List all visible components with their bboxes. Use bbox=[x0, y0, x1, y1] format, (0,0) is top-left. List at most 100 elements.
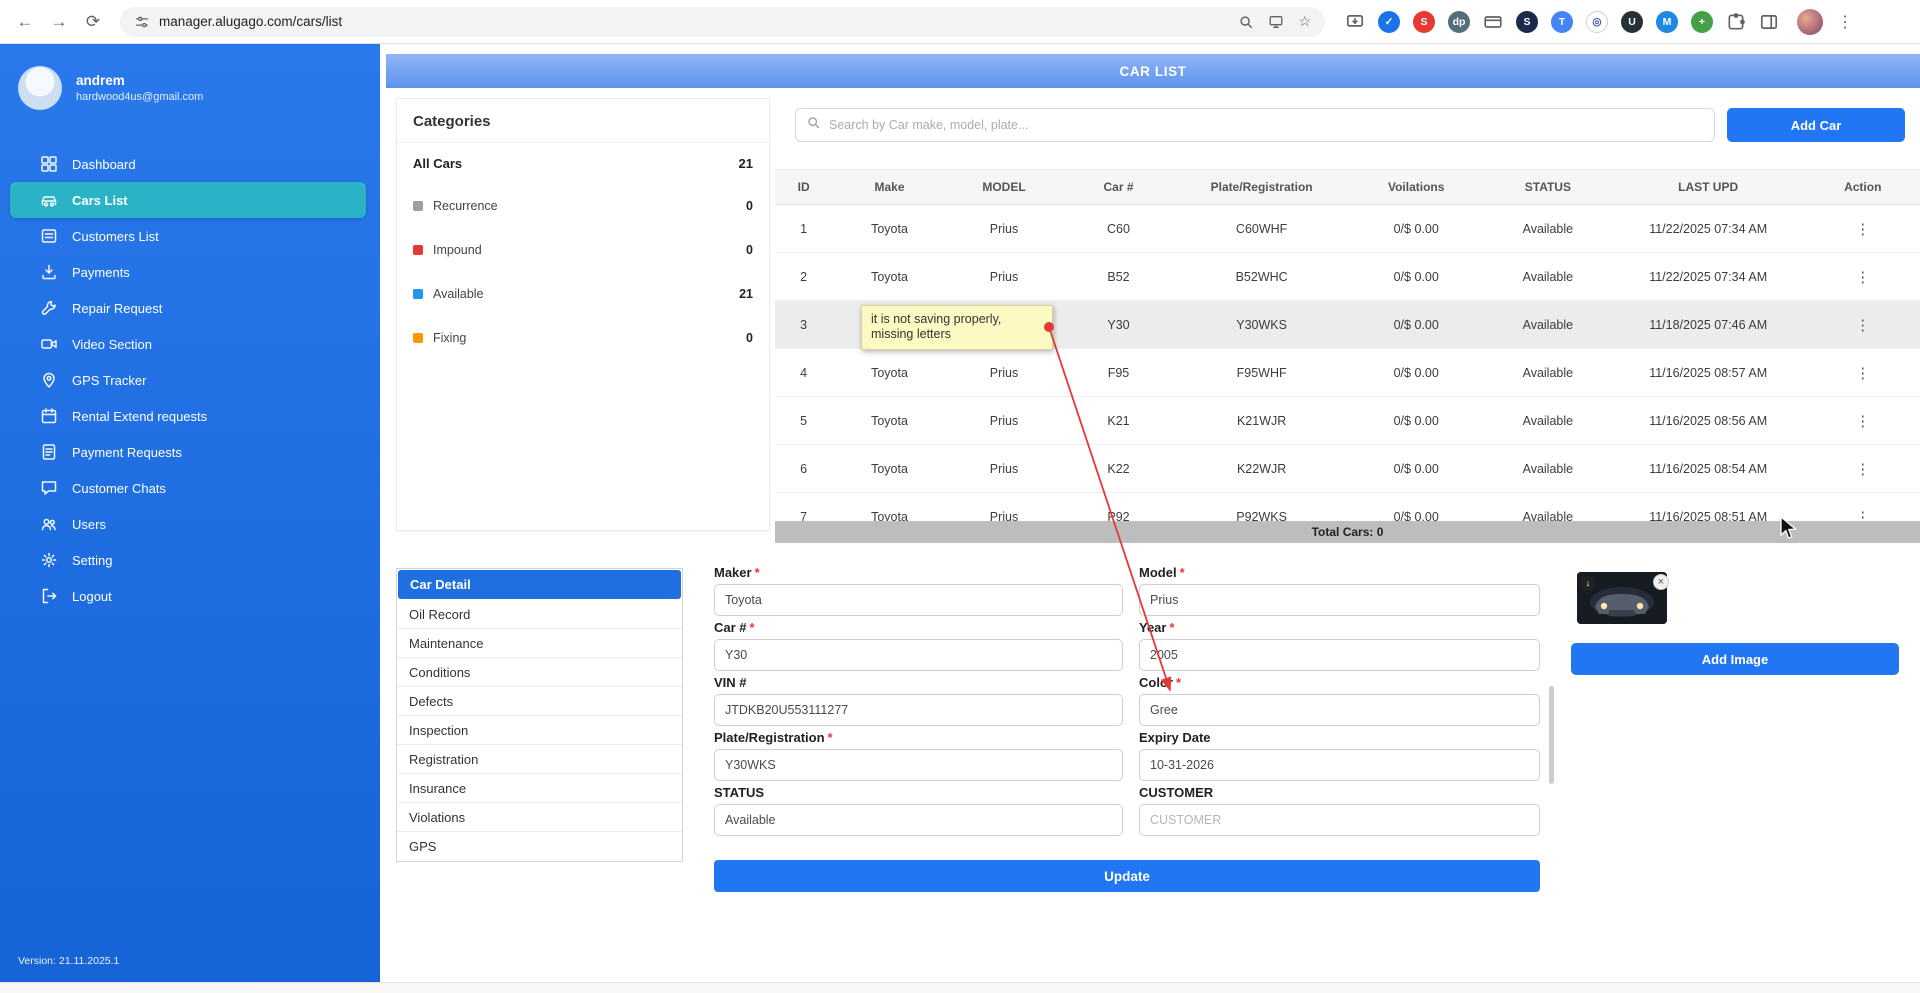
table-row[interactable]: 2ToyotaPriusB52B52WHC0/$ 0.00Available11… bbox=[775, 253, 1920, 301]
sidebar-item-gps-tracker[interactable]: GPS Tracker bbox=[10, 362, 366, 398]
plate-input[interactable] bbox=[714, 749, 1123, 781]
car-detail-form: Maker* Model* Car #* Year* VIN # Color* bbox=[714, 565, 1540, 892]
browser-profile-avatar[interactable] bbox=[1797, 9, 1823, 35]
tab-gps[interactable]: GPS bbox=[397, 832, 682, 861]
table-cell-action: ⋮ bbox=[1805, 445, 1920, 493]
row-actions-icon[interactable]: ⋮ bbox=[1847, 505, 1878, 522]
category-color-swatch bbox=[413, 245, 423, 255]
back-icon[interactable]: ← bbox=[10, 7, 40, 37]
version-label: Version: 21.11.2025.1 bbox=[18, 955, 119, 967]
category-item-available[interactable]: Available21 bbox=[397, 272, 769, 316]
table-row[interactable]: 1ToyotaPriusC60C60WHF0/$ 0.00Available11… bbox=[775, 205, 1920, 253]
expiry-input[interactable] bbox=[1139, 749, 1540, 781]
row-actions-icon[interactable]: ⋮ bbox=[1847, 361, 1878, 386]
tab-violations[interactable]: Violations bbox=[397, 803, 682, 832]
row-actions-icon[interactable]: ⋮ bbox=[1847, 409, 1878, 434]
year-input[interactable] bbox=[1139, 639, 1540, 671]
zoom-icon[interactable] bbox=[1238, 14, 1254, 30]
tab-insurance[interactable]: Insurance bbox=[397, 774, 682, 803]
car-number-input[interactable] bbox=[714, 639, 1123, 671]
form-scrollbar[interactable] bbox=[1549, 686, 1554, 784]
table-cell-action: ⋮ bbox=[1805, 493, 1920, 522]
table-row[interactable]: 5ToyotaPriusK21K21WJR0/$ 0.00Available11… bbox=[775, 397, 1920, 445]
ext-plus-icon[interactable]: + bbox=[1691, 11, 1713, 33]
table-row[interactable]: 4ToyotaPriusF95F95WHF0/$ 0.00Available11… bbox=[775, 349, 1920, 397]
sidebar-item-payments[interactable]: Payments bbox=[10, 254, 366, 290]
category-all-cars[interactable]: All Cars 21 bbox=[397, 142, 769, 184]
category-count: 0 bbox=[746, 199, 753, 213]
table-cell: Available bbox=[1485, 397, 1611, 445]
row-actions-icon[interactable]: ⋮ bbox=[1847, 457, 1878, 482]
tab-registration[interactable]: Registration bbox=[397, 745, 682, 774]
customer-input[interactable] bbox=[1139, 804, 1540, 836]
sidebar-item-users[interactable]: Users bbox=[10, 506, 366, 542]
table-cell: 0/$ 0.00 bbox=[1348, 253, 1485, 301]
table-cell: 0/$ 0.00 bbox=[1348, 397, 1485, 445]
sidebar-item-customer-chats[interactable]: Customer Chats bbox=[10, 470, 366, 506]
maker-input[interactable] bbox=[714, 584, 1123, 616]
sidebar-item-customers-list[interactable]: Customers List bbox=[10, 218, 366, 254]
table-row[interactable]: 6ToyotaPriusK22K22WJR0/$ 0.00Available11… bbox=[775, 445, 1920, 493]
shield-check-icon[interactable]: ✓ bbox=[1378, 11, 1400, 33]
capture-icon[interactable] bbox=[1345, 12, 1365, 32]
site-info-icon[interactable] bbox=[134, 14, 150, 30]
tab-maintenance[interactable]: Maintenance bbox=[397, 629, 682, 658]
ext-target-icon[interactable]: ◎ bbox=[1586, 11, 1608, 33]
ext-s-red-icon[interactable]: S bbox=[1413, 11, 1435, 33]
column-header-last-upd: LAST UPD bbox=[1611, 170, 1806, 205]
search-input[interactable] bbox=[829, 118, 1704, 132]
side-panel-icon[interactable] bbox=[1759, 12, 1779, 32]
image-remove-icon[interactable]: × bbox=[1653, 574, 1669, 590]
sidebar-item-logout[interactable]: Logout bbox=[10, 578, 366, 614]
search-box[interactable] bbox=[795, 108, 1715, 142]
add-car-button[interactable]: Add Car bbox=[1727, 108, 1905, 142]
image-download-icon[interactable]: ↓ bbox=[1581, 576, 1595, 590]
sidebar-item-cars-list[interactable]: Cars List bbox=[10, 182, 366, 218]
ext-u-icon[interactable]: U bbox=[1621, 11, 1643, 33]
browser-menu-icon[interactable]: ⋮ bbox=[1831, 12, 1859, 32]
tab-oil-record[interactable]: Oil Record bbox=[397, 600, 682, 629]
row-actions-icon[interactable]: ⋮ bbox=[1847, 265, 1878, 290]
install-icon[interactable] bbox=[1268, 14, 1284, 30]
ext-m-icon[interactable]: M bbox=[1656, 11, 1678, 33]
sidebar-item-dashboard[interactable]: Dashboard bbox=[10, 146, 366, 182]
address-bar[interactable]: manager.alugago.com/cars/list ☆ bbox=[120, 7, 1325, 37]
horizontal-scrollbar[interactable] bbox=[0, 982, 1920, 993]
tab-defects[interactable]: Defects bbox=[397, 687, 682, 716]
row-actions-icon[interactable]: ⋮ bbox=[1847, 217, 1878, 242]
ext-s-navy-icon[interactable]: S bbox=[1516, 11, 1538, 33]
ext-translate-icon[interactable]: T bbox=[1551, 11, 1573, 33]
tab-inspection[interactable]: Inspection bbox=[397, 716, 682, 745]
tab-conditions[interactable]: Conditions bbox=[397, 658, 682, 687]
forward-icon[interactable]: → bbox=[44, 7, 74, 37]
ext-dp-icon[interactable]: dp bbox=[1448, 11, 1470, 33]
column-header-make: Make bbox=[832, 170, 947, 205]
reload-icon[interactable]: ⟳ bbox=[78, 7, 108, 37]
category-item-recurrence[interactable]: Recurrence 0 bbox=[397, 184, 769, 228]
ext-card-icon[interactable] bbox=[1483, 12, 1503, 32]
category-item-fixing[interactable]: Fixing0 bbox=[397, 316, 769, 360]
column-header-model: MODEL bbox=[947, 170, 1062, 205]
vin-input[interactable] bbox=[714, 694, 1123, 726]
sidebar-item-rental-extend-requests[interactable]: Rental Extend requests bbox=[10, 398, 366, 434]
puzzle-icon[interactable] bbox=[1726, 12, 1746, 32]
category-item-impound[interactable]: Impound0 bbox=[397, 228, 769, 272]
table-cell: Toyota bbox=[832, 493, 947, 522]
table-cell: Prius bbox=[947, 349, 1062, 397]
sidebar-item-payment-requests[interactable]: Payment Requests bbox=[10, 434, 366, 470]
expiry-field-group: Expiry Date bbox=[1139, 730, 1540, 781]
category-label: Recurrence bbox=[433, 199, 498, 213]
color-input[interactable] bbox=[1139, 694, 1540, 726]
table-row[interactable]: 7ToyotaPriusP92P92WKS0/$ 0.00Available11… bbox=[775, 493, 1920, 522]
sidebar-item-setting[interactable]: Setting bbox=[10, 542, 366, 578]
update-button[interactable]: Update bbox=[714, 860, 1540, 892]
table-cell: 2 bbox=[775, 253, 832, 301]
tab-car-detail[interactable]: Car Detail bbox=[398, 570, 681, 599]
bookmark-star-icon[interactable]: ☆ bbox=[1298, 13, 1311, 30]
add-image-button[interactable]: Add Image bbox=[1571, 643, 1899, 675]
sidebar-item-repair-request[interactable]: Repair Request bbox=[10, 290, 366, 326]
status-input[interactable] bbox=[714, 804, 1123, 836]
sidebar-item-video-section[interactable]: Video Section bbox=[10, 326, 366, 362]
row-actions-icon[interactable]: ⋮ bbox=[1847, 313, 1878, 338]
model-input[interactable] bbox=[1139, 584, 1540, 616]
